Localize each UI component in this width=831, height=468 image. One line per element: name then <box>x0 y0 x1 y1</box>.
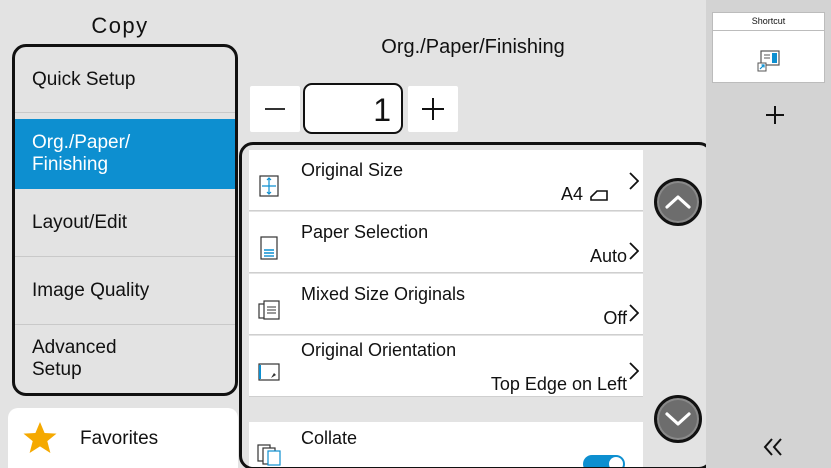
shortcut-tab[interactable]: Shortcut <box>712 12 825 83</box>
app-title: Copy <box>91 13 149 38</box>
chevron-right-icon <box>629 362 639 380</box>
setting-original-size[interactable]: Original Size A4 <box>249 150 643 211</box>
collate-icon <box>257 444 281 466</box>
menu-item-label: Image Quality <box>32 279 150 301</box>
plus-icon <box>422 98 444 120</box>
paper-selection-icon <box>260 236 278 260</box>
menu-item-label: Org./Paper/ Finishing <box>32 131 131 175</box>
orientation-glyph-icon <box>590 190 608 201</box>
chevron-right-icon <box>629 304 639 322</box>
increase-copies-button[interactable] <box>408 86 458 132</box>
menu-item-quick-setup[interactable]: Quick Setup <box>15 47 235 113</box>
collate-toggle[interactable] <box>583 455 625 467</box>
page-title: Org./Paper/Finishing <box>381 36 565 58</box>
scroll-up-button[interactable] <box>654 178 702 226</box>
setting-value: Off <box>603 308 627 328</box>
favorites-button[interactable]: Favorites <box>8 408 238 468</box>
copies-input[interactable]: 1 <box>303 83 403 134</box>
left-panel: Copy Quick Setup Org./Paper/ Finishing L… <box>0 0 240 468</box>
setting-collate[interactable]: Collate <box>249 422 643 467</box>
setting-title: Original Orientation <box>301 340 457 360</box>
orientation-icon <box>258 363 280 381</box>
chevron-down-icon <box>665 412 691 426</box>
mixed-size-icon <box>258 300 280 320</box>
favorites-label: Favorites <box>80 428 159 449</box>
settings-list: Original Size A4 Paper Selection Auto Mi… <box>239 142 713 468</box>
menu-item-image-quality[interactable]: Image Quality <box>15 257 235 325</box>
menu-item-advanced-setup[interactable]: Advanced Setup <box>15 325 235 393</box>
setting-title: Paper Selection <box>301 222 429 242</box>
original-size-icon <box>259 175 279 197</box>
setting-original-orientation[interactable]: Original Orientation Top Edge on Left <box>249 336 643 397</box>
decrease-copies-button[interactable] <box>250 86 300 132</box>
menu-item-layout-edit[interactable]: Layout/Edit <box>15 189 235 257</box>
menu-item-label: Advanced Setup <box>32 337 117 380</box>
double-chevron-left-icon[interactable] <box>760 436 788 458</box>
add-shortcut-button[interactable] <box>760 100 790 130</box>
function-menu: Quick Setup Org./Paper/ Finishing Layout… <box>12 44 238 396</box>
chevron-right-icon <box>629 242 639 260</box>
setting-title: Original Size <box>301 160 404 180</box>
menu-item-label: Layout/Edit <box>32 211 128 233</box>
setting-value: Auto <box>589 246 627 266</box>
shortcut-label: Shortcut <box>713 15 824 31</box>
chevron-right-icon <box>629 172 639 190</box>
setting-title: Collate <box>301 428 358 448</box>
shortcut-icon <box>757 50 780 72</box>
menu-item-org-paper-finishing[interactable]: Org./Paper/ Finishing <box>15 119 235 189</box>
setting-title: Mixed Size Originals <box>301 284 466 304</box>
setting-mixed-size-originals[interactable]: Mixed Size Originals Off <box>249 274 643 335</box>
setting-paper-selection[interactable]: Paper Selection Auto <box>249 212 643 273</box>
minus-icon <box>265 108 285 110</box>
star-icon <box>23 422 57 453</box>
scroll-down-button[interactable] <box>654 395 702 443</box>
setting-value: A4 <box>560 184 583 204</box>
menu-item-label: Quick Setup <box>32 68 136 90</box>
setting-value: Top Edge on Left <box>490 374 627 394</box>
chevron-up-icon <box>665 195 691 209</box>
